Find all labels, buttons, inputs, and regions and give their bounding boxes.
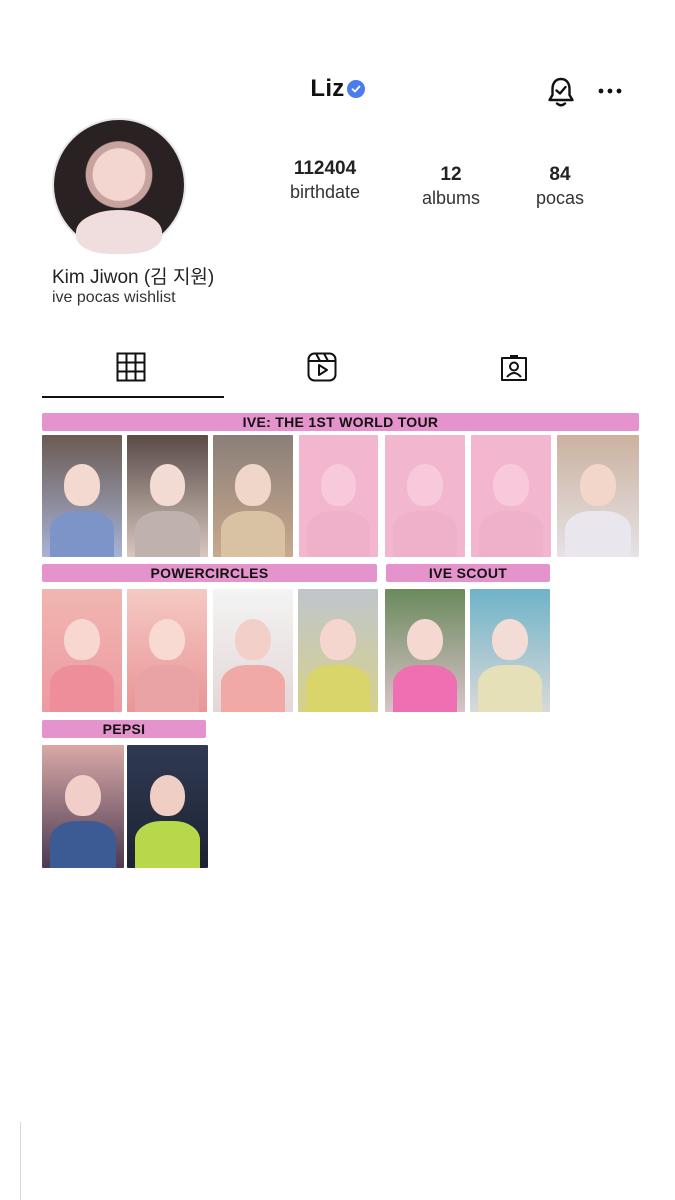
photocard-thumbnail[interactable] [385, 589, 465, 712]
display-name-korean: (김 지원) [143, 267, 215, 288]
photocard-thumbnail[interactable] [557, 435, 639, 557]
active-tab-indicator [42, 396, 224, 398]
stat-albums[interactable]: 12 albums [410, 164, 492, 209]
photocard-thumbnail[interactable] [213, 435, 293, 557]
stat-pocas[interactable]: 84 pocas [522, 164, 598, 209]
section-world-tour: IVE: THE 1ST WORLD TOUR [42, 413, 639, 431]
photocard-thumbnail[interactable] [127, 745, 208, 868]
verified-badge-icon [346, 80, 365, 98]
photocard-thumbnail[interactable] [470, 589, 550, 712]
stat-label: pocas [535, 188, 585, 208]
stat-value: 84 [549, 164, 571, 185]
stat-label: birthdate [289, 182, 361, 202]
stat-value: 112404 [293, 158, 357, 179]
more-horizontal-icon[interactable] [596, 78, 624, 104]
photocard-thumbnail[interactable] [127, 435, 208, 557]
bell-check-icon[interactable] [546, 76, 576, 108]
username-text: Liz [310, 75, 345, 102]
photocard-thumbnail[interactable] [127, 589, 207, 712]
grid-icon[interactable] [116, 352, 146, 382]
reels-icon[interactable] [307, 352, 337, 382]
stat-value: 12 [440, 164, 462, 185]
photocard-wishlist[interactable] [471, 435, 551, 557]
section-powercircles: POWERCIRCLES [42, 564, 377, 582]
stat-birthdate[interactable]: 112404 birthdate [282, 158, 368, 203]
profile-display-name: Kim Jiwon (김 지원) [52, 262, 214, 289]
stat-label: albums [421, 188, 481, 208]
photocard-thumbnail[interactable] [42, 435, 122, 557]
photocard-thumbnail[interactable] [42, 745, 124, 868]
photocard-thumbnail[interactable] [298, 589, 378, 712]
tagged-icon[interactable] [499, 352, 529, 382]
photocard-thumbnail[interactable] [42, 589, 122, 712]
section-ive-scout: IVE SCOUT [386, 564, 550, 582]
profile-bio: ive pocas wishlist [52, 289, 176, 306]
divider-line [20, 1122, 21, 1200]
display-name-english: Kim Jiwon [52, 267, 139, 288]
section-pepsi: PEPSI [42, 720, 206, 738]
photocard-thumbnail[interactable] [213, 589, 293, 712]
photocard-wishlist[interactable] [385, 435, 465, 557]
photocard-wishlist[interactable] [299, 435, 378, 557]
profile-avatar[interactable] [52, 118, 186, 254]
